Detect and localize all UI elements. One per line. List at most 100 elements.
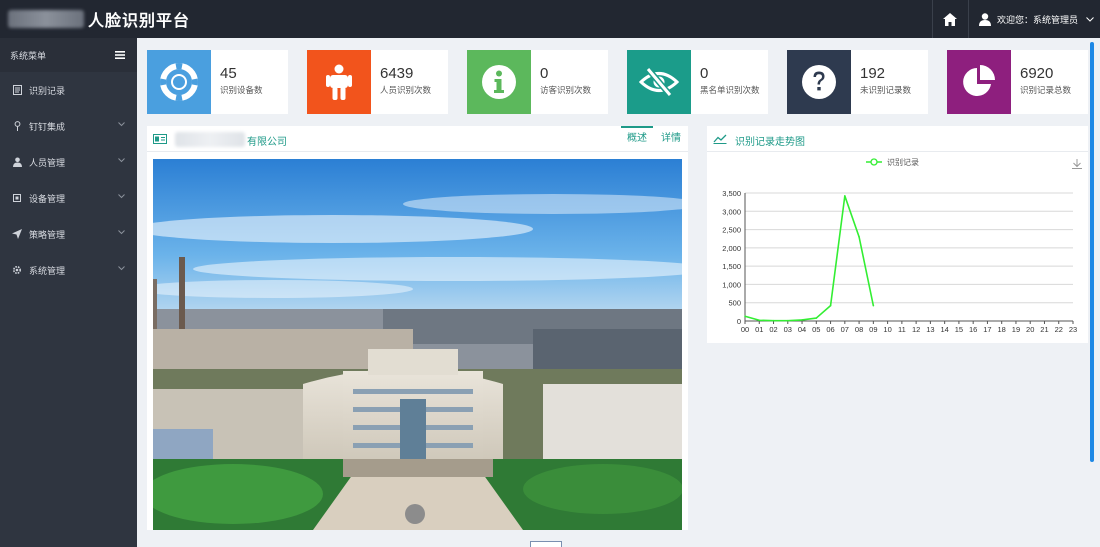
y-tick-label: 500 (728, 299, 741, 308)
sidebar-title: 系统菜单 (10, 50, 47, 61)
stat-value: 6439 (380, 65, 414, 82)
x-tick-label: 04 (798, 325, 806, 334)
stat-value: 45 (220, 65, 237, 82)
stat-label: 未识别记录数 (860, 85, 912, 95)
x-tick-label: 08 (855, 325, 863, 334)
id-card-icon (153, 134, 167, 144)
series-line-recognition-records (744, 195, 875, 322)
x-tick-label: 15 (955, 325, 963, 334)
stat-icon-box (307, 50, 371, 114)
stat-value: 6920 (1020, 65, 1054, 82)
sidebar-item-label: 识别记录 (29, 85, 66, 96)
pie-icon (963, 65, 995, 96)
chevron-down-icon (1086, 16, 1094, 22)
x-tick-label: 02 (769, 325, 777, 334)
info-icon (482, 65, 516, 99)
stat-label: 访客识别次数 (540, 85, 592, 95)
company-panel: 有限公司 概述 详情 (147, 126, 688, 530)
stat-value: 0 (540, 65, 549, 82)
line-chart-icon (713, 134, 727, 144)
stat-icon-box (947, 50, 1011, 114)
x-tick-label: 05 (812, 325, 820, 334)
stat-icon-box (147, 50, 211, 114)
sidebar-item-label: 钉钉集成 (29, 121, 66, 132)
trend-panel: 识别记录走势图 识别记录 0 5 00 1,000 1,500 2,000 2,500 3,00… (707, 126, 1088, 343)
stat-label: 黑名单识别次数 (700, 85, 760, 95)
stat-value: 0 (700, 65, 709, 82)
user-icon (12, 157, 22, 167)
stat-label: 人员识别次数 (380, 85, 432, 95)
data-point (786, 319, 789, 322)
user-icon (978, 12, 991, 26)
stat-card-visitor-recognitions[interactable]: 0 访客识别次数 (467, 50, 608, 114)
stat-icon-box (627, 50, 691, 114)
sidebar-item-policy[interactable]: 策略管理 (0, 216, 137, 252)
x-tick-label: 13 (926, 325, 934, 334)
y-tick-label: 2,000 (722, 244, 741, 253)
stat-card-person-recognitions[interactable]: 6439 人员识别次数 (307, 50, 448, 114)
legend-label: 识别记录 (887, 158, 919, 167)
data-point (858, 236, 860, 238)
question-icon (802, 65, 836, 99)
sidebar-item-label: 策略管理 (29, 229, 66, 240)
data-point (744, 315, 746, 318)
chevron-down-icon (118, 230, 125, 235)
x-tick-label: 12 (912, 325, 920, 334)
stat-card-total-records[interactable]: 6920 识别记录总数 (947, 50, 1088, 114)
stat-card-blacklist-recognitions[interactable]: 0 黑名单识别次数 (627, 50, 768, 114)
welcome-text: 欢迎您：系统管理员 (996, 14, 1078, 25)
chevron-down-icon (118, 266, 125, 271)
company-panel-header: 有限公司 概述 详情 (147, 126, 688, 152)
x-tick-label: 10 (883, 325, 891, 334)
app-title: 人脸识别平台 (88, 13, 191, 30)
chevron-down-icon (118, 194, 125, 199)
stat-value: 192 (860, 65, 886, 82)
x-tick-label: 07 (841, 325, 849, 334)
company-name-redacted (175, 132, 245, 147)
sidebar-item-personnel[interactable]: 人员管理 (0, 144, 137, 180)
y-tick-label: 2,500 (722, 226, 741, 235)
sidebar-item-devices[interactable]: 设备管理 (0, 180, 137, 216)
chevron-down-icon (118, 122, 125, 127)
lifebuoy-icon (160, 63, 198, 101)
top-right-area: 欢迎您：系统管理员 (931, 0, 1100, 38)
tab-details[interactable]: 详情 (655, 126, 687, 152)
data-point (872, 304, 875, 307)
brand-logo-redacted (8, 10, 84, 28)
pin-icon (12, 121, 22, 131)
home-icon (943, 12, 958, 26)
user-menu[interactable]: 欢迎您：系统管理员 (967, 0, 1100, 38)
sidebar-item-recognition-records[interactable]: 识别记录 (0, 72, 137, 108)
sidebar-item-dingtalk[interactable]: 钉钉集成 (0, 108, 137, 144)
stat-label: 识别记录总数 (1020, 85, 1072, 95)
data-point (758, 319, 761, 322)
x-tick-label: 03 (784, 325, 792, 334)
trend-title: 识别记录走势图 (735, 137, 805, 148)
data-point (815, 317, 818, 319)
x-tick-label: 01 (755, 325, 763, 334)
document-icon (12, 85, 22, 95)
tab-overview[interactable]: 概述 (621, 126, 653, 152)
sidebar: 系统菜单 识别记录 钉钉集成 人员管理 设备管理 策略管理 系统管理 (0, 38, 137, 547)
x-tick-label: 20 (1026, 325, 1034, 334)
stat-card-devices[interactable]: 45 识别设备数 (147, 50, 288, 114)
x-tick-label: 06 (826, 325, 834, 334)
home-button[interactable] (931, 0, 968, 38)
x-tick-label: 22 (1055, 325, 1063, 334)
y-tick-label: 3,500 (722, 189, 741, 198)
x-tick-label: 21 (1040, 325, 1048, 334)
data-point (844, 195, 846, 197)
sidebar-item-label: 系统管理 (29, 265, 66, 276)
stat-card-unrecognized[interactable]: 192 未识别记录数 (787, 50, 928, 114)
x-tick-label: 09 (869, 325, 877, 334)
sidebar-item-system[interactable]: 系统管理 (0, 252, 137, 288)
legend-marker (870, 158, 878, 166)
trend-chart: 识别记录05001,0001,5002,0002,5003,0003,50000… (722, 158, 1082, 334)
download-icon[interactable] (1072, 159, 1082, 169)
trend-panel-header: 识别记录走势图 (707, 126, 1088, 152)
y-tick-label: 1,500 (722, 262, 741, 271)
scrollbar[interactable] (1090, 42, 1094, 462)
menu-toggle-icon[interactable] (115, 51, 125, 59)
bottom-scroll-handle[interactable] (530, 541, 562, 547)
data-point (829, 304, 832, 307)
